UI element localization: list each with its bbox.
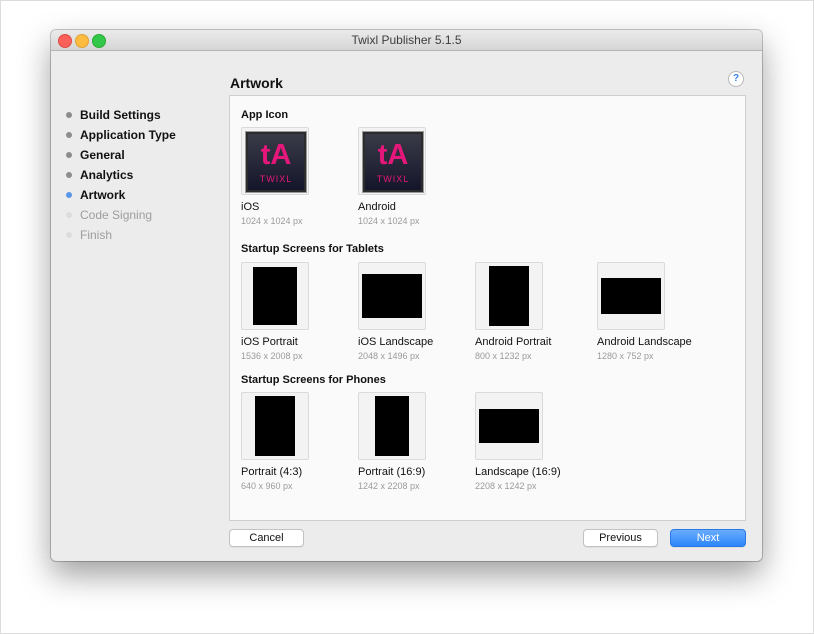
app-icon-letters: tA: [377, 139, 409, 171]
portrait-screen-preview: [489, 266, 529, 326]
artwork-drop-well[interactable]: [597, 262, 665, 330]
artwork-size: 2208 x 1242 px: [475, 481, 537, 491]
step-status-icon: [66, 152, 72, 158]
app-icon-wordmark: TWIXL: [376, 174, 410, 184]
artwork-drop-well[interactable]: [475, 392, 543, 460]
step-analytics[interactable]: Analytics: [66, 169, 176, 189]
artwork-name: Android Landscape: [597, 336, 692, 348]
step-label: Finish: [80, 228, 113, 242]
artwork-name: Android Portrait: [475, 336, 552, 348]
previous-button[interactable]: Previous: [583, 529, 658, 547]
section-title-tablets: Startup Screens for Tablets: [241, 243, 384, 255]
step-finish: Finish: [66, 229, 176, 249]
app-icon-letters: tA: [260, 139, 292, 171]
portrait-screen-preview: [253, 267, 297, 325]
artwork-drop-well[interactable]: [358, 392, 426, 460]
artwork-size: 1536 x 2008 px: [241, 351, 303, 361]
portrait-screen-preview: [255, 396, 295, 456]
artwork-drop-well[interactable]: [241, 392, 309, 460]
artwork-size: 1024 x 1024 px: [358, 216, 420, 226]
page-title: Artwork: [230, 75, 283, 91]
artwork-name: Portrait (16:9): [358, 466, 426, 478]
artwork-size: 1280 x 752 px: [597, 351, 654, 361]
artwork-name: Portrait (4:3): [241, 466, 303, 478]
title-bar[interactable]: Twixl Publisher 5.1.5: [51, 30, 762, 51]
step-status-icon: [66, 112, 72, 118]
step-label: Application Type: [80, 128, 176, 142]
wizard-steps: Build Settings Application Type General …: [66, 109, 176, 249]
artwork-drop-well[interactable]: [241, 262, 309, 330]
step-status-icon: [66, 232, 72, 238]
artwork-size: 1024 x 1024 px: [241, 216, 303, 226]
app-icon-wordmark: TWIXL: [259, 174, 293, 184]
step-label: Code Signing: [80, 208, 153, 222]
artwork-name: Landscape (16:9): [475, 466, 561, 478]
artwork-name: iOS: [241, 201, 260, 213]
artwork-name: iOS Landscape: [358, 336, 434, 348]
next-button[interactable]: Next: [670, 529, 746, 547]
step-label: Build Settings: [80, 108, 161, 122]
step-build-settings[interactable]: Build Settings: [66, 109, 176, 129]
artwork-drop-well[interactable]: [358, 262, 426, 330]
step-status-icon: [66, 212, 72, 218]
section-title-app-icon: App Icon: [241, 109, 289, 121]
cancel-button[interactable]: Cancel: [229, 529, 304, 547]
help-button[interactable]: ?: [728, 71, 744, 87]
artwork-size: 2048 x 1496 px: [358, 351, 420, 361]
step-code-signing: Code Signing: [66, 209, 176, 229]
artwork-drop-well[interactable]: tA TWIXL: [241, 127, 309, 195]
step-artwork[interactable]: Artwork: [66, 189, 176, 209]
step-status-icon: [66, 132, 72, 138]
step-general[interactable]: General: [66, 149, 176, 169]
window-title: Twixl Publisher 5.1.5: [351, 33, 462, 47]
landscape-screen-preview: [601, 278, 661, 314]
artwork-size: 800 x 1232 px: [475, 351, 532, 361]
artwork-size: 1242 x 2208 px: [358, 481, 420, 491]
app-window: Twixl Publisher 5.1.5 Artwork ? Build Se…: [51, 30, 762, 561]
step-label: Analytics: [80, 168, 134, 182]
artwork-panel: App Icon tA TWIXL iOS 1024 x 1024 px tA …: [229, 95, 746, 521]
step-application-type[interactable]: Application Type: [66, 129, 176, 149]
step-label: General: [80, 148, 125, 162]
artwork-name: Android: [358, 201, 396, 213]
artwork-size: 640 x 960 px: [241, 481, 293, 491]
artwork-name: iOS Portrait: [241, 336, 298, 348]
artwork-drop-well[interactable]: [475, 262, 543, 330]
landscape-screen-preview: [362, 274, 422, 318]
twixl-app-icon: tA TWIXL: [362, 131, 424, 193]
step-status-icon: [66, 172, 72, 178]
portrait-screen-preview: [375, 396, 409, 456]
step-status-icon: [66, 192, 72, 198]
landscape-screen-preview: [479, 409, 539, 443]
section-title-phones: Startup Screens for Phones: [241, 374, 386, 386]
twixl-app-icon: tA TWIXL: [245, 131, 307, 193]
step-label: Artwork: [80, 188, 126, 202]
artwork-drop-well[interactable]: tA TWIXL: [358, 127, 426, 195]
